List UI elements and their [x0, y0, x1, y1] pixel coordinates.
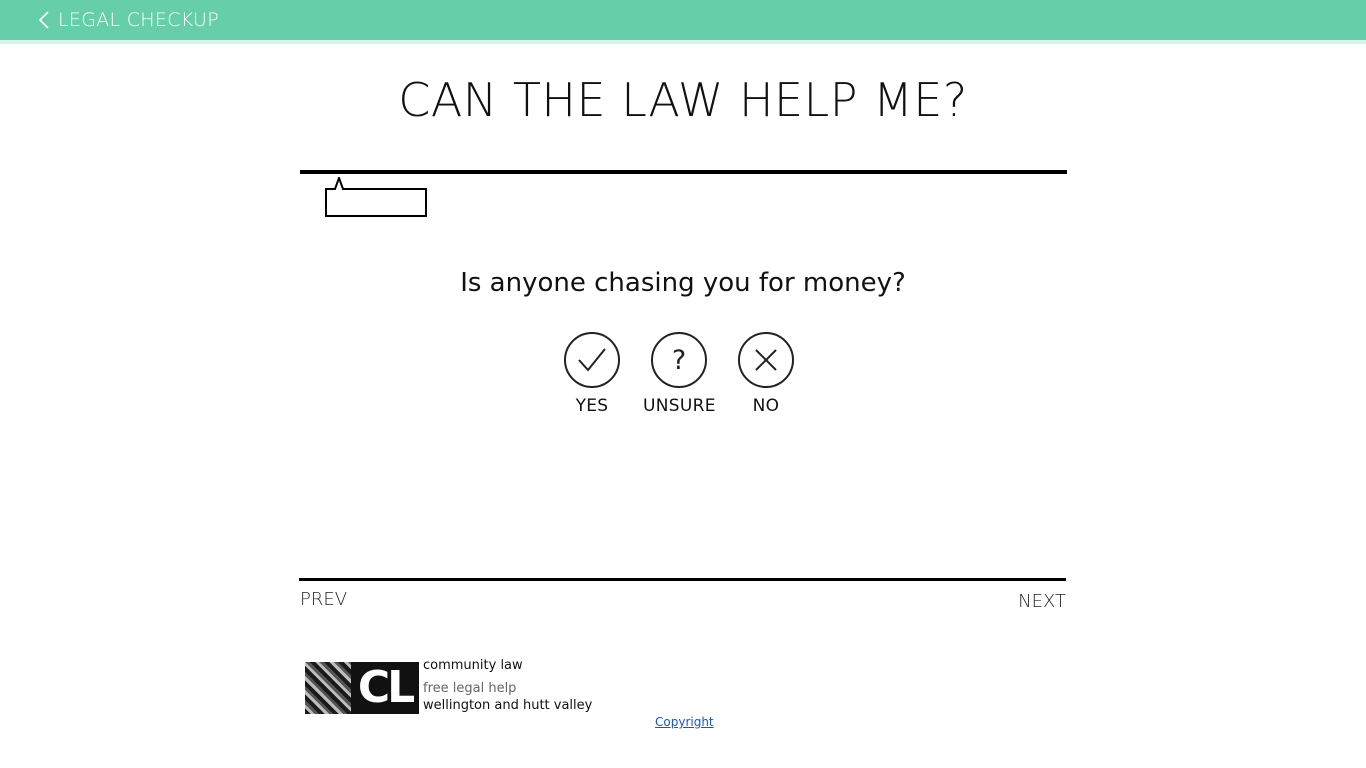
org-name: community law	[423, 658, 523, 673]
org-region: wellington and hutt valley	[423, 698, 593, 713]
answer-no-circle	[738, 332, 794, 388]
community-law-logo: CL	[305, 662, 419, 714]
answer-unsure-label: UNSURE	[643, 396, 716, 416]
question-icon: ?	[672, 345, 686, 376]
answer-yes-circle	[564, 332, 620, 388]
back-link-label: LEGAL CHECKUP	[58, 9, 219, 31]
chevron-left-icon	[38, 11, 49, 29]
copyright-link[interactable]: Copyright	[655, 715, 714, 729]
top-bar: LEGAL CHECKUP	[0, 0, 1366, 44]
check-icon	[578, 348, 606, 372]
answer-yes-label: YES	[575, 396, 609, 416]
answer-no-label: NO	[752, 396, 780, 416]
progress-indicator	[325, 177, 427, 217]
progress-track	[300, 170, 1067, 174]
answer-unsure-button[interactable]: ? UNSURE	[643, 332, 716, 416]
page-title: CAN THE LAW HELP ME?	[398, 73, 968, 127]
org-tagline: free legal help	[423, 681, 517, 696]
logo-pattern	[305, 662, 351, 714]
answer-unsure-circle: ?	[651, 332, 708, 388]
answer-yes-button[interactable]: YES	[564, 332, 620, 416]
question-text: Is anyone chasing you for money?	[460, 268, 906, 298]
answer-no-button[interactable]: NO	[738, 332, 794, 416]
footer-divider	[299, 578, 1066, 581]
close-icon	[755, 349, 777, 371]
svg-text:?: ?	[672, 345, 686, 376]
logo-mark: CL	[351, 662, 419, 714]
prev-button[interactable]: PREV	[300, 589, 347, 610]
back-link[interactable]: LEGAL CHECKUP	[38, 0, 219, 40]
next-button[interactable]: NEXT	[1018, 591, 1066, 612]
